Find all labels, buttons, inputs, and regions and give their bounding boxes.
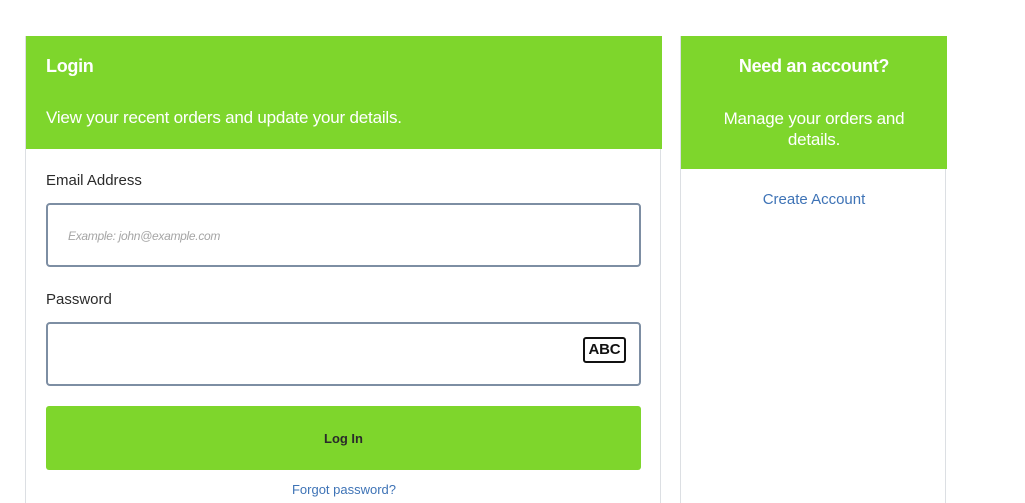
page: Login View your recent orders and update…: [0, 0, 1025, 503]
account-header: Need an account? Manage your orders and …: [681, 36, 947, 169]
account-card: Need an account? Manage your orders and …: [680, 36, 947, 503]
password-label: Password: [46, 291, 112, 308]
login-subtitle: View your recent orders and update your …: [46, 108, 402, 127]
login-title: Login: [46, 56, 94, 76]
log-in-button[interactable]: Log In: [46, 406, 641, 470]
login-header: Login View your recent orders and update…: [26, 36, 662, 149]
email-input[interactable]: [46, 203, 641, 267]
account-title: Need an account?: [738, 56, 890, 76]
password-field: ABC: [46, 322, 641, 386]
login-card: Login View your recent orders and update…: [25, 36, 662, 503]
account-subtitle: Manage your orders and details.: [723, 109, 905, 149]
password-input[interactable]: [46, 322, 641, 386]
email-label: Email Address: [46, 172, 142, 189]
create-account-link[interactable]: Create Account: [681, 191, 947, 208]
keyboard-abc-icon: ABC: [583, 337, 626, 363]
forgot-password-link[interactable]: Forgot password?: [26, 482, 662, 497]
